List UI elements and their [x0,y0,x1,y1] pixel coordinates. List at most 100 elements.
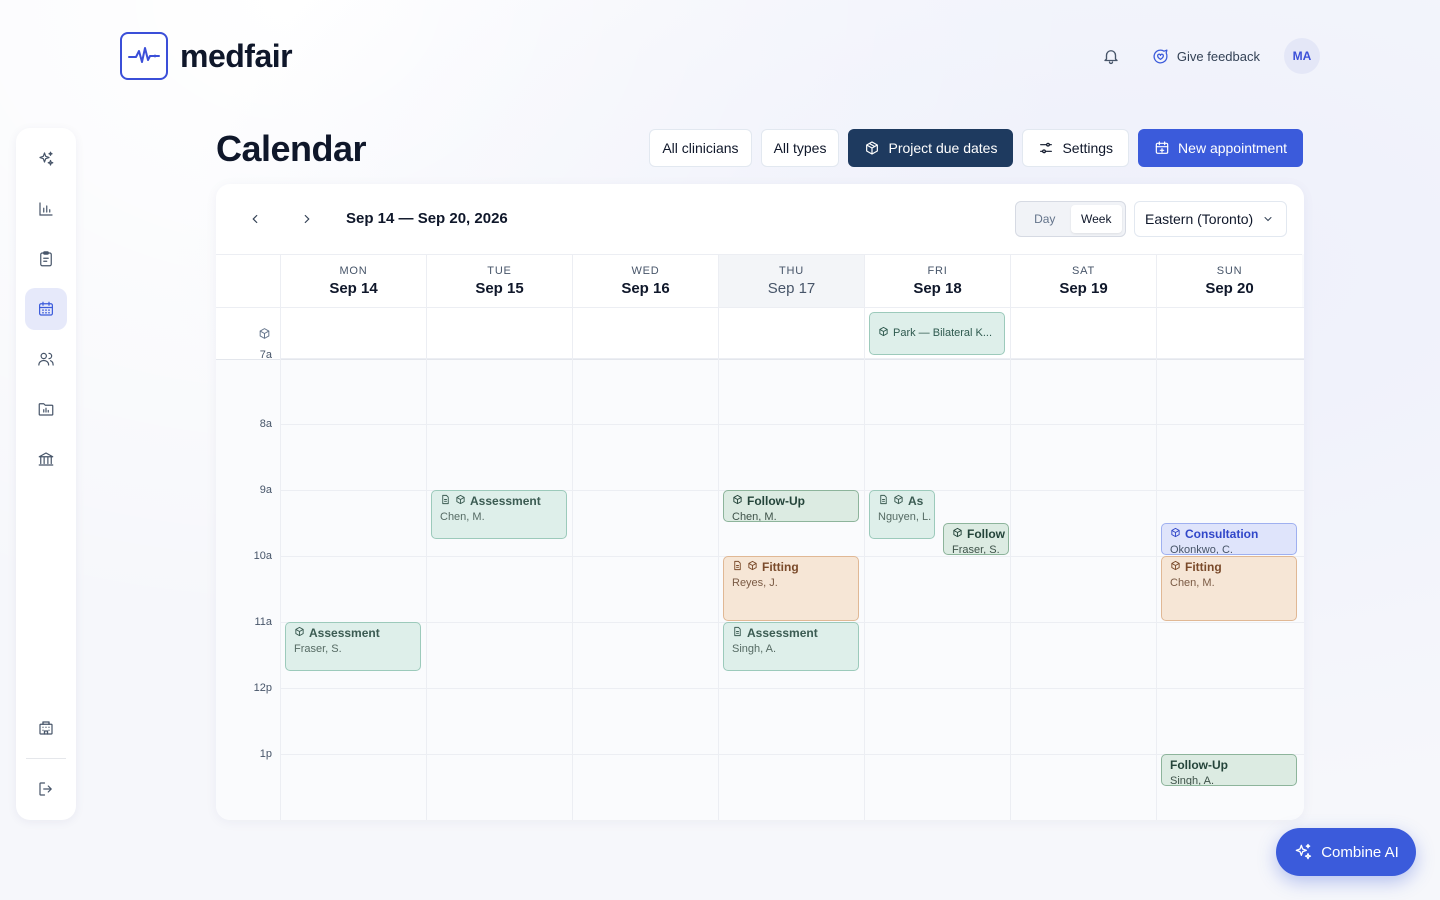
types-filter-label: All types [773,140,827,156]
clinicians-filter[interactable]: All clinicians [649,129,752,167]
bell-icon[interactable] [1094,39,1128,73]
document-icon [732,560,743,575]
document-icon [440,494,451,509]
sliders-icon [1040,142,1053,154]
week-grid: MON Sep 14 TUE Sep 15 WED Sep 16 THU Sep 17 FRI S… [216,254,1304,820]
hour-label: 8a [259,418,272,430]
sidebar-item-tasks[interactable] [25,238,67,280]
column-divider [280,307,281,820]
sidebar-item-organization[interactable] [25,707,67,749]
settings-button[interactable]: Settings [1022,129,1130,167]
event-person: Chen, M. [1170,577,1215,589]
bank-icon [38,452,54,466]
appointment-event[interactable]: Assessment Fraser, S. [285,622,421,671]
hour-gridline [280,424,1304,425]
building-icon [39,721,53,735]
column-divider [1156,307,1157,820]
event-title: Fitting [1185,560,1222,574]
sidebar-divider [26,758,66,759]
sidebar-item-billing[interactable] [25,438,67,480]
day-name: FRI [927,265,948,277]
brand-logo[interactable]: medfair [120,32,293,80]
sidebar-item-calendar[interactable] [25,288,67,330]
chevron-down-icon [1264,217,1272,222]
event-title: Assessment [470,494,541,508]
hour-label: 9a [259,484,272,496]
day-header-tue[interactable]: TUE Sep 15 [426,254,572,307]
event-person: Nguyen, L. [878,511,932,523]
hour-gridline [280,358,1304,359]
day-date: Sep 19 [1059,280,1108,297]
day-date: Sep 16 [621,280,670,297]
day-header-mon[interactable]: MON Sep 14 [280,254,426,307]
feedback-label: Give feedback [1176,48,1260,64]
appointment-event[interactable]: Follow Fraser, S. [943,523,1009,555]
new-appointment-label: New appointment [1178,140,1287,156]
hour-gridline [280,754,1304,755]
chevron-left-icon [252,214,258,224]
day-view-button[interactable]: Day [1019,205,1071,233]
prev-week-button[interactable] [241,205,269,233]
sidebar-item-reports[interactable] [25,188,67,230]
users-icon [38,352,54,366]
event-title: Consultation [1185,527,1259,541]
appointment-event[interactable]: Assessment Chen, M. [431,490,567,539]
types-filter[interactable]: All types [760,129,840,167]
appointment-event[interactable]: Fitting Chen, M. [1161,556,1297,621]
event-person: Fraser, S. [294,643,342,655]
appointment-event[interactable]: As Nguyen, L. [869,490,935,539]
sidebar-item-patients[interactable] [25,338,67,380]
event-title: Follow-Up [1170,758,1228,772]
document-icon [732,626,743,641]
event-person: Okonkwo, C. [1170,544,1233,555]
event-title: Fitting [762,560,799,574]
sidebar-item-logout[interactable] [25,768,67,810]
column-divider [572,307,573,820]
hour-gridline [280,688,1304,689]
gutter-header [216,254,280,307]
give-feedback-button[interactable]: Give feedback [1152,48,1260,65]
sidebar-item-ai[interactable] [25,138,67,180]
calendar-icon [39,301,53,316]
settings-label: Settings [1062,140,1114,156]
day-header-sat[interactable]: SAT Sep 19 [1010,254,1156,307]
hour-label: 10a [253,550,272,562]
project-due-dates-button[interactable]: Project due dates [848,129,1014,167]
event-title: Park — Bilateral K... [893,327,993,339]
day-name: SAT [1072,265,1095,277]
hour-label: 7a [259,349,272,361]
appointment-event[interactable]: Assessment Singh, A. [723,622,859,671]
appointment-event[interactable]: Follow-Up Singh, A. [1161,754,1297,786]
package-icon [747,560,758,575]
event-person: Chen, M. [440,511,485,523]
chat-heart-icon [1153,48,1168,63]
folder-chart-icon [38,403,54,416]
combine-ai-button[interactable]: Combine AI [1276,828,1416,876]
heartbeat-logo-icon [120,32,168,80]
appointment-event[interactable]: Follow-Up Chen, M. [723,490,859,522]
day-name: THU [778,265,804,277]
timezone-select[interactable]: Eastern (Toronto) [1134,201,1287,237]
week-view-button[interactable]: Week [1070,205,1122,233]
day-date: Sep 18 [913,280,962,297]
sidebar [16,128,76,820]
combine-ai-label: Combine AI [1321,843,1399,861]
day-header-sun[interactable]: SUN Sep 20 [1156,254,1302,307]
user-avatar[interactable]: MA [1284,38,1320,74]
appointment-event[interactable]: Fitting Reyes, J. [723,556,859,621]
logout-icon [39,782,52,796]
sidebar-item-projects[interactable] [25,388,67,430]
day-name: WED [631,265,660,277]
view-switcher: Day Week [1015,201,1126,237]
day-name: TUE [487,265,512,277]
next-week-button[interactable] [293,205,321,233]
new-appointment-button[interactable]: New appointment [1138,129,1303,167]
appointment-event[interactable]: Consultation Okonkwo, C. [1161,523,1297,555]
day-header-wed[interactable]: WED Sep 16 [572,254,718,307]
all-day-event[interactable]: Park — Bilateral K... [869,312,1005,355]
day-header-thu[interactable]: THU Sep 17 [718,254,864,307]
event-person: Singh, A. [732,643,777,655]
timezone-value: Eastern (Toronto) [1145,211,1254,227]
package-icon [1170,527,1181,542]
day-header-fri[interactable]: FRI Sep 18 [864,254,1010,307]
